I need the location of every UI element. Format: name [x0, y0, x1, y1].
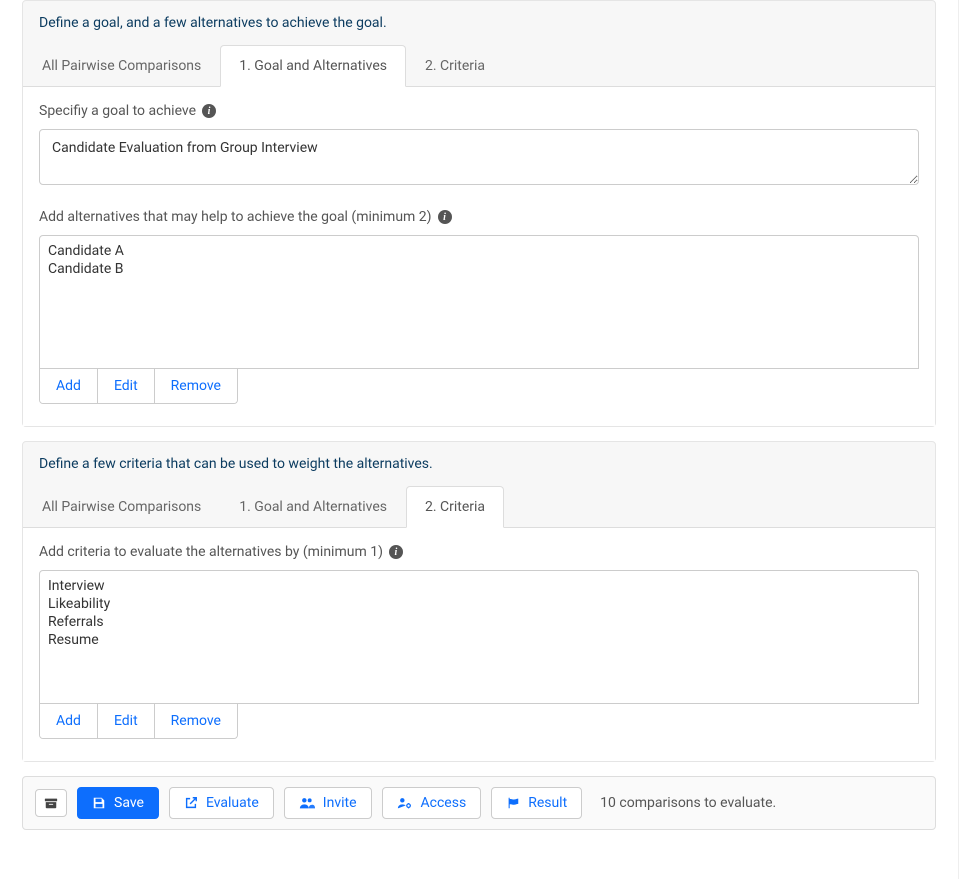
invite-button[interactable]: Invite [284, 787, 372, 819]
result-label: Result [528, 795, 567, 811]
save-button[interactable]: Save [77, 787, 159, 819]
goal-label: Specifiy a goal to achieve i [39, 103, 919, 119]
goal-label-text: Specifiy a goal to achieve [39, 103, 196, 119]
add-button[interactable]: Add [40, 369, 97, 403]
result-button[interactable]: Result [491, 787, 582, 819]
bottom-toolbar: Save Evaluate Invite Access Result [22, 776, 936, 830]
invite-label: Invite [323, 795, 357, 811]
evaluate-button[interactable]: Evaluate [169, 787, 274, 819]
info-icon[interactable]: i [202, 104, 216, 118]
list-item[interactable]: Referrals [44, 613, 914, 631]
list-item[interactable]: Resume [44, 631, 914, 649]
save-label: Save [114, 795, 144, 811]
access-label: Access [421, 795, 467, 811]
external-link-icon [184, 796, 198, 810]
archive-icon [44, 796, 58, 810]
user-gear-icon [397, 796, 413, 810]
alternatives-label: Add alternatives that may help to achiev… [39, 209, 919, 225]
tab-row: All Pairwise Comparisons 1. Goal and Alt… [23, 486, 935, 527]
list-item[interactable]: Interview [44, 577, 914, 595]
criteria-label-text: Add criteria to evaluate the alternative… [39, 544, 383, 560]
tab-criteria[interactable]: 2. Criteria [406, 486, 504, 528]
tab-goal-alternatives[interactable]: 1. Goal and Alternatives [220, 45, 406, 87]
panel-description: Define a few criteria that can be used t… [23, 442, 935, 486]
list-item[interactable]: Candidate B [44, 260, 914, 278]
users-icon [299, 796, 315, 810]
access-button[interactable]: Access [382, 787, 482, 819]
list-item[interactable]: Likeability [44, 595, 914, 613]
criteria-listbox[interactable]: Interview Likeability Referrals Resume [39, 570, 919, 704]
tab-goal-alternatives[interactable]: 1. Goal and Alternatives [220, 486, 406, 528]
tab-content-criteria: Add criteria to evaluate the alternative… [23, 527, 935, 761]
tab-criteria[interactable]: 2. Criteria [406, 45, 504, 87]
comparison-status: 10 comparisons to evaluate. [600, 795, 776, 811]
tab-all-comparisons[interactable]: All Pairwise Comparisons [23, 45, 220, 87]
evaluate-label: Evaluate [206, 795, 259, 811]
alternatives-label-text: Add alternatives that may help to achiev… [39, 209, 432, 225]
save-icon [92, 796, 106, 810]
criteria-button-group: Add Edit Remove [39, 704, 238, 739]
tab-all-comparisons[interactable]: All Pairwise Comparisons [23, 486, 220, 528]
panel-description: Define a goal, and a few alternatives to… [23, 1, 935, 45]
panel-goal-alternatives: Define a goal, and a few alternatives to… [22, 0, 936, 427]
goal-input[interactable] [39, 129, 919, 185]
list-item[interactable]: Candidate A [44, 242, 914, 260]
criteria-label: Add criteria to evaluate the alternative… [39, 544, 919, 560]
remove-button[interactable]: Remove [154, 704, 237, 738]
alternatives-button-group: Add Edit Remove [39, 369, 238, 404]
info-icon[interactable]: i [389, 545, 403, 559]
flag-icon [506, 796, 520, 810]
archive-button[interactable] [35, 789, 67, 817]
tab-content-goal: Specifiy a goal to achieve i Add alterna… [23, 86, 935, 426]
info-icon[interactable]: i [438, 210, 452, 224]
panel-criteria: Define a few criteria that can be used t… [22, 441, 936, 762]
remove-button[interactable]: Remove [154, 369, 237, 403]
alternatives-listbox[interactable]: Candidate A Candidate B [39, 235, 919, 369]
edit-button[interactable]: Edit [97, 704, 154, 738]
tab-row: All Pairwise Comparisons 1. Goal and Alt… [23, 45, 935, 86]
add-button[interactable]: Add [40, 704, 97, 738]
edit-button[interactable]: Edit [97, 369, 154, 403]
